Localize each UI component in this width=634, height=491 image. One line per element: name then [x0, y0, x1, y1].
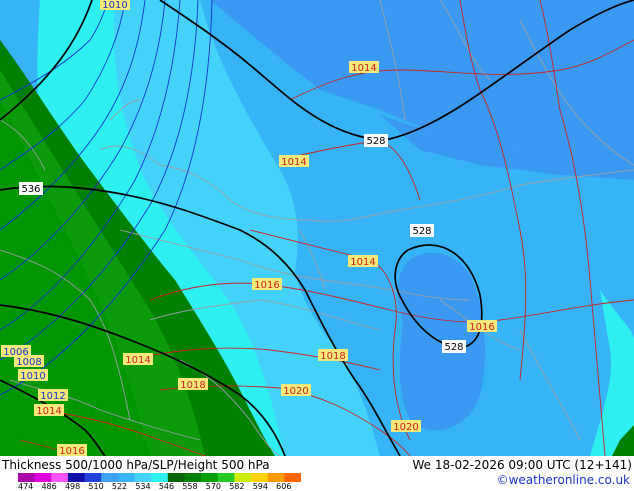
- legend-color-swatch: [251, 473, 269, 482]
- isobar-label: 1014: [36, 406, 61, 417]
- isobar-label: 1016: [469, 322, 494, 333]
- isobar-label: 1020: [393, 422, 418, 433]
- isobar-label: 1014: [350, 257, 375, 268]
- legend-color-swatch: [201, 473, 219, 482]
- copyright-link[interactable]: ©weatheronline.co.uk: [497, 473, 630, 487]
- thickness-label: 528: [444, 342, 463, 353]
- map-canvas: 536 528 528 528 1010 1006 1008 1010 1012…: [0, 0, 634, 456]
- isobar-label: 1018: [320, 351, 345, 362]
- map-title: Thickness 500/1000 hPa/SLP/Height 500 hP…: [2, 458, 270, 472]
- isobar-label: 1014: [351, 63, 376, 74]
- legend-color-swatch: [167, 473, 185, 482]
- isobar-label: 1008: [16, 357, 41, 368]
- legend-color-swatch: [84, 473, 102, 482]
- weather-map: 536 528 528 528 1010 1006 1008 1010 1012…: [0, 0, 634, 456]
- legend-color-swatch: [267, 473, 285, 482]
- forecast-datetime: We 18-02-2026 09:00 UTC (12+141): [412, 458, 632, 472]
- isobar-label: 1014: [281, 157, 306, 168]
- legend-color-swatch: [34, 473, 52, 482]
- legend-color-swatch: [67, 473, 86, 482]
- legend-color-swatch: [217, 473, 235, 482]
- isobar-label: 1016: [254, 280, 279, 291]
- isobar-label: 1020: [283, 386, 308, 397]
- legend-color-swatch: [101, 473, 119, 482]
- isobar-label: 1010: [20, 371, 45, 382]
- color-legend-bar: [18, 473, 301, 482]
- thickness-label: 528: [412, 226, 431, 237]
- map-footer: Thickness 500/1000 hPa/SLP/Height 500 hP…: [0, 456, 634, 491]
- thickness-label: 536: [21, 184, 40, 195]
- isobar-label: 1016: [59, 446, 84, 456]
- legend-color-swatch: [117, 473, 136, 482]
- legend-color-swatch: [151, 473, 169, 482]
- legend-color-swatch: [51, 473, 69, 482]
- isobar-label: 1012: [40, 391, 65, 402]
- legend-color-swatch: [234, 473, 252, 482]
- isobar-label: 1014: [125, 355, 150, 366]
- legend-color-swatch: [134, 473, 152, 482]
- isobar-label: 1010: [102, 0, 127, 11]
- legend-color-swatch: [184, 473, 202, 482]
- isobar-label: 1018: [180, 380, 205, 391]
- legend-color-swatch: [284, 473, 301, 482]
- thickness-label: 528: [366, 136, 385, 147]
